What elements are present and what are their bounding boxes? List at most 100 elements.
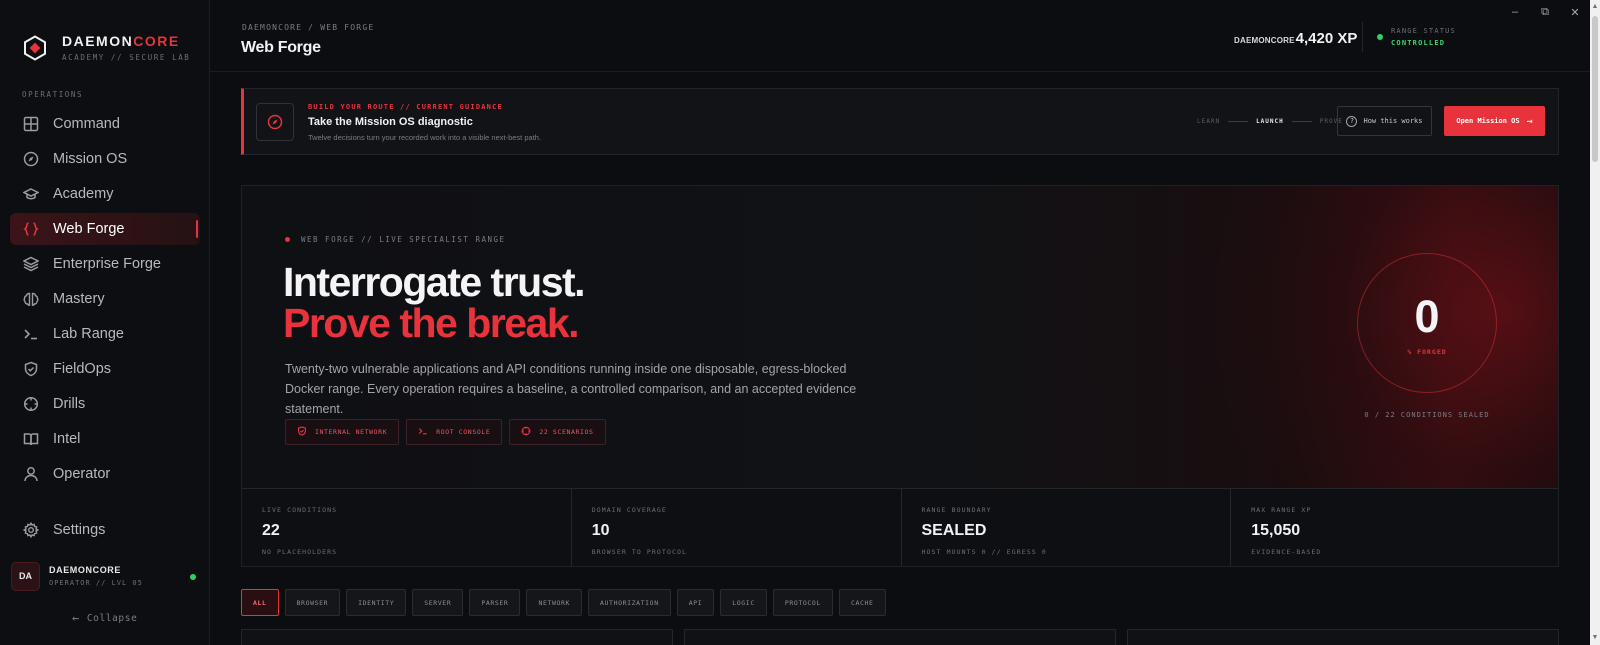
- breadcrumb: DAEMONCORE / WEB FORGE: [242, 23, 375, 32]
- sidebar-settings-wrap: Settings: [10, 514, 200, 549]
- sidebar-item-label: Operator: [53, 466, 111, 482]
- open-mission-os-button[interactable]: Open Mission OS →: [1444, 106, 1545, 136]
- sidebar-item-operator[interactable]: Operator: [10, 458, 200, 490]
- filter-cache[interactable]: CACHE: [838, 589, 886, 616]
- scenario-card[interactable]: [1127, 629, 1559, 645]
- sidebar-nav: Command Mission OS Academy Web Forge Ent…: [10, 108, 200, 493]
- sidebar-item-intel[interactable]: Intel: [10, 423, 200, 455]
- minimize-icon[interactable]: –: [1500, 6, 1530, 19]
- hero-headline: Interrogate trust.: [283, 259, 586, 305]
- sidebar-item-label: Settings: [53, 522, 106, 538]
- filter-parser[interactable]: PARSER: [469, 589, 521, 616]
- online-status-dot: [190, 574, 196, 580]
- arrow-right-icon: →: [1526, 115, 1533, 127]
- grid-icon: [23, 116, 39, 132]
- user-card[interactable]: DA DAEMONCORE OPERATOR // LVL 05: [10, 558, 200, 594]
- sidebar-item-label: Web Forge: [53, 221, 125, 237]
- user-level: OPERATOR // LVL 05: [49, 579, 143, 587]
- hero-tag-label: WEB FORGE // LIVE SPECIALIST RANGE: [301, 235, 506, 244]
- forge-progress-ring: 0 % FORGED: [1357, 253, 1497, 393]
- scroll-down-icon[interactable]: ▼: [1590, 631, 1600, 645]
- stat-domain-coverage: DOMAIN COVERAGE 10 BROWSER TO PROTOCOL: [572, 489, 902, 566]
- collapse-label: Collapse: [86, 612, 138, 624]
- status-dot: [1377, 34, 1383, 40]
- guidance-title: Take the Mission OS diagnostic: [308, 116, 473, 128]
- xp-value: 4,420 XP: [1295, 30, 1358, 47]
- shield-check-icon: [23, 361, 39, 377]
- scenario-cards: [241, 629, 1559, 645]
- book-icon: [23, 431, 39, 447]
- hero-panel: WEB FORGE // LIVE SPECIALIST RANGE Inter…: [241, 185, 1559, 567]
- scenario-card[interactable]: [684, 629, 1116, 645]
- brand-logo-icon: [22, 34, 48, 61]
- sidebar-item-academy[interactable]: Academy: [10, 178, 200, 210]
- filter-server[interactable]: SERVER: [412, 589, 464, 616]
- xp-user: DAEMONCORE: [1234, 36, 1295, 45]
- stat-sub: EVIDENCE-BASED: [1251, 548, 1322, 556]
- sidebar-item-mastery[interactable]: Mastery: [10, 283, 200, 315]
- filter-api[interactable]: API: [676, 589, 715, 616]
- graduation-cap-icon: [23, 186, 39, 202]
- sidebar-item-label: Drills: [53, 396, 86, 412]
- nav-section-label: OPERATIONS: [22, 90, 84, 99]
- stats-row: LIVE CONDITIONS 22 NO PLACEHOLDERS DOMAI…: [242, 488, 1558, 566]
- forge-progress-label: % FORGED: [1407, 348, 1447, 356]
- brain-icon: [23, 291, 39, 307]
- scroll-up-icon[interactable]: ▲: [1590, 0, 1600, 14]
- sidebar-item-mission-os[interactable]: Mission OS: [10, 143, 200, 175]
- page-scrollbar[interactable]: ▲ ▼: [1590, 0, 1600, 645]
- hero-chips: INTERNAL NETWORK ROOT CONSOLE 22 SCENARI…: [285, 419, 613, 445]
- terminal-icon: [418, 426, 428, 439]
- sidebar-item-settings[interactable]: Settings: [10, 514, 200, 546]
- sidebar-item-enterprise-forge[interactable]: Enterprise Forge: [10, 248, 200, 280]
- scenario-card[interactable]: [241, 629, 673, 645]
- braces-icon: [23, 221, 39, 237]
- sidebar-item-drills[interactable]: Drills: [10, 388, 200, 420]
- sidebar-item-fieldops[interactable]: FieldOps: [10, 353, 200, 385]
- sidebar-item-label: Intel: [53, 431, 81, 447]
- collapse-button[interactable]: ← Collapse: [72, 611, 137, 625]
- filter-logic[interactable]: LOGIC: [720, 589, 767, 616]
- user-icon: [23, 466, 39, 482]
- stat-value: SEALED: [921, 522, 987, 539]
- stat-max-range-xp: MAX RANGE XP 15,050 EVIDENCE-BASED: [1231, 489, 1558, 566]
- stat-sub: NO PLACEHOLDERS: [262, 548, 338, 556]
- brand[interactable]: DAEMONCORE ACADEMY // SECURE LAB: [22, 33, 190, 62]
- scrollbar-thumb[interactable]: [1592, 16, 1598, 162]
- guidance-kicker: BUILD YOUR ROUTE // CURRENT GUIDANCE: [308, 103, 503, 111]
- chip-scenarios: 22 SCENARIOS: [509, 419, 606, 445]
- brand-tagline: ACADEMY // SECURE LAB: [62, 53, 191, 62]
- chip-label: 22 SCENARIOS: [539, 428, 594, 436]
- stat-key: DOMAIN COVERAGE: [591, 506, 667, 514]
- stat-value: 22: [262, 522, 280, 539]
- stat-live-conditions: LIVE CONDITIONS 22 NO PLACEHOLDERS: [242, 489, 572, 566]
- guidance-subtitle: Twelve decisions turn your recorded work…: [308, 133, 542, 142]
- gear-icon: [23, 522, 39, 538]
- filter-browser[interactable]: BROWSER: [284, 589, 341, 616]
- filter-network[interactable]: NETWORK: [526, 589, 583, 616]
- restore-icon[interactable]: ⧉: [1530, 6, 1560, 19]
- filter-protocol[interactable]: PROTOCOL: [772, 589, 833, 616]
- chip-internal-network: INTERNAL NETWORK: [285, 419, 400, 445]
- sidebar-item-command[interactable]: Command: [10, 108, 200, 140]
- xp-display: DAEMONCORE 4,420 XP: [1234, 30, 1357, 47]
- sidebar-item-lab-range[interactable]: Lab Range: [10, 318, 200, 350]
- stat-sub: BROWSER TO PROTOCOL: [591, 548, 688, 556]
- range-status-label: RANGE STATUS: [1391, 27, 1456, 35]
- stat-range-boundary: RANGE BOUNDARY SEALED HOST MOUNTS 0 // E…: [902, 489, 1232, 566]
- filter-authorization[interactable]: AUTHORIZATION: [588, 589, 671, 616]
- filter-identity[interactable]: IDENTITY: [346, 589, 407, 616]
- category-filters: ALL BROWSER IDENTITY SERVER PARSER NETWO…: [241, 589, 892, 616]
- terminal-icon: [23, 326, 39, 342]
- filter-all[interactable]: ALL: [241, 589, 279, 616]
- chip-label: INTERNAL NETWORK: [315, 428, 388, 436]
- step-connector: [1291, 121, 1312, 122]
- open-mission-os-label: Open Mission OS: [1456, 117, 1520, 125]
- stat-value: 15,050: [1251, 522, 1301, 539]
- brand-name: DAEMON: [62, 33, 134, 49]
- close-icon[interactable]: ✕: [1560, 6, 1590, 19]
- chip-label: ROOT CONSOLE: [436, 428, 491, 436]
- how-this-works-button[interactable]: ? How this works: [1337, 106, 1432, 136]
- sidebar-item-web-forge[interactable]: Web Forge: [10, 213, 200, 245]
- sidebar-item-label: Lab Range: [53, 326, 124, 342]
